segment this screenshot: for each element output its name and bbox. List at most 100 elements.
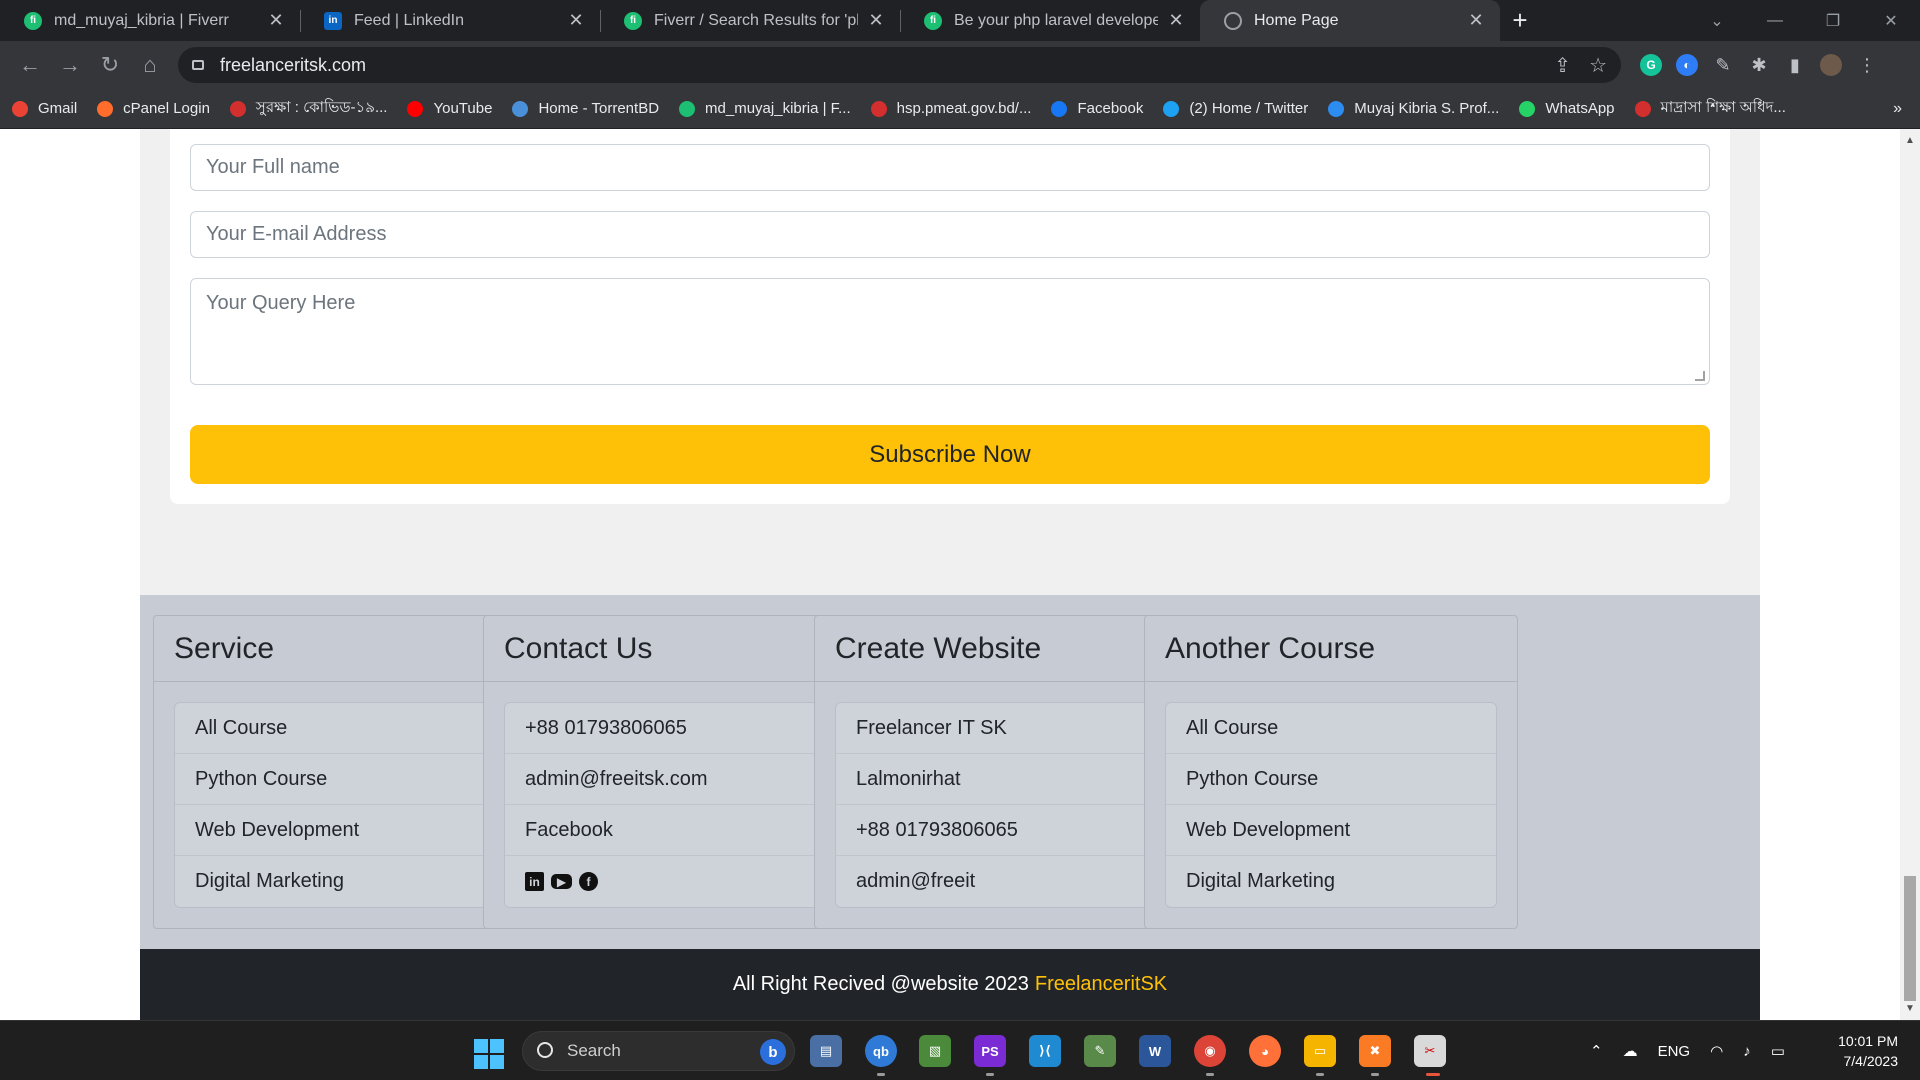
footer-link[interactable]: Lalmonirhat [836,754,1166,805]
footer-link[interactable]: Python Course [175,754,505,805]
copyright-text: All Right Recived @website 2023 [732,973,1029,995]
page-scrollbar[interactable]: ▲ ▼ [1900,129,1920,1020]
chrome-icon[interactable]: ◉ [1194,1035,1226,1067]
grammarly-icon[interactable]: G [1633,47,1669,83]
vscode-icon[interactable]: ⟩⟨ [1029,1035,1061,1067]
linkedin-icon[interactable]: in [525,872,544,891]
close-icon[interactable]: ✕ [566,10,586,31]
qbittorrent-icon[interactable]: qb [865,1035,897,1067]
snipping-tool-icon[interactable]: ✂ [1414,1035,1446,1067]
image-viewer-icon[interactable]: ▧ [919,1035,951,1067]
footer-link[interactable]: Facebook [505,805,835,856]
taskbar-search[interactable]: Search b [522,1031,795,1071]
more-bookmarks-icon[interactable]: » [1893,100,1902,118]
home-icon[interactable]: ⌂ [130,45,170,85]
notepad-icon[interactable]: ✎ [1084,1035,1116,1067]
browser-tab-active[interactable]: Home Page ✕ [1200,0,1500,41]
scroll-thumb[interactable] [1904,876,1916,1001]
bookmark-label: Home - TorrentBD [538,100,660,117]
bookmark-item[interactable]: মাদ্রাসা শিক্ষা অধিদ... [1634,96,1786,121]
bookmark-item[interactable]: WhatsApp [1519,100,1615,117]
footer-link[interactable]: Web Development [175,805,505,856]
footer-link[interactable]: +88 01793806065 [505,703,835,754]
bookmark-star-icon[interactable]: ☆ [1589,53,1607,78]
scroll-down-icon[interactable]: ▼ [1905,1003,1915,1014]
volume-icon[interactable]: ♪ [1743,1043,1751,1060]
query-textarea[interactable]: Your Query Here [190,278,1710,385]
lock-icon[interactable] [192,60,204,70]
footer-link[interactable]: Digital Marketing [1166,856,1496,907]
file-explorer-icon[interactable]: ▭ [1304,1035,1336,1067]
bookmark-item[interactable]: Home - TorrentBD [512,100,659,117]
minimize-icon[interactable]: — [1746,12,1804,30]
forward-icon[interactable]: → [50,45,90,85]
footer-link[interactable]: All Course [1166,703,1496,754]
phpstorm-icon[interactable]: PS [974,1035,1006,1067]
word-icon[interactable]: W [1139,1035,1171,1067]
bookmark-item[interactable]: (2) Home / Twitter [1163,100,1308,117]
youtube-icon[interactable]: ▶ [551,874,572,889]
footer-link[interactable]: Digital Marketing [175,856,505,907]
bookmark-favicon-icon [229,100,246,117]
brand-link[interactable]: FreelanceritSK [1035,973,1167,996]
subscribe-button[interactable]: Subscribe Now [190,425,1710,484]
email-input[interactable]: Your E-mail Address [190,211,1710,258]
chevron-up-icon[interactable]: ⌃ [1590,1042,1603,1060]
footer-link[interactable]: All Course [175,703,505,754]
new-tab-button[interactable]: + [1500,0,1540,41]
close-icon[interactable]: ✕ [866,10,886,31]
address-bar[interactable]: freelanceritsk.com ⇪ ☆ [178,47,1621,83]
share-icon[interactable]: ⇪ [1554,53,1571,78]
footer-link[interactable]: Python Course [1166,754,1496,805]
back-icon[interactable]: ← [10,45,50,85]
close-window-icon[interactable]: ✕ [1862,11,1920,31]
bookmark-item[interactable]: Facebook [1051,100,1143,117]
xampp-icon[interactable]: ✖ [1359,1035,1391,1067]
browser-tab[interactable]: in Feed | LinkedIn ✕ [300,0,600,41]
language-indicator[interactable]: ENG [1658,1043,1691,1060]
footer-link[interactable]: Web Development [1166,805,1496,856]
file-app-icon[interactable]: ▤ [810,1035,842,1067]
bookmark-favicon-icon [12,100,28,117]
footer-link[interactable]: +88 01793806065 [836,805,1166,856]
avatar[interactable] [1813,47,1849,83]
close-icon[interactable]: ✕ [266,10,286,31]
bookmark-label: hsp.pmeat.gov.bd/... [896,100,1032,117]
puzzle-icon[interactable]: ✱ [1741,47,1777,83]
bookmark-item[interactable]: Gmail [12,100,77,117]
bookmark-label: সুরক্ষা : কোভিড-১৯... [255,99,388,116]
tab-search-icon[interactable]: ⌄ [1688,11,1746,31]
clock[interactable]: 10:01 PM 7/4/2023 [1838,1031,1898,1071]
firefox-icon[interactable]: ◕ [1249,1035,1281,1067]
footer-link[interactable]: admin@freeit [836,856,1166,907]
bookmark-item[interactable]: cPanel Login [97,100,210,117]
bookmark-item[interactable]: md_muyaj_kibria | F... [679,100,851,117]
extension-icon[interactable]: ◐ [1669,47,1705,83]
resize-handle-icon[interactable] [1695,371,1705,381]
footer-link[interactable]: Freelancer IT SK [836,703,1166,754]
bookmark-item[interactable]: hsp.pmeat.gov.bd/... [870,100,1032,117]
restore-icon[interactable]: ❐ [1804,11,1862,31]
battery-icon[interactable]: ▭ [1771,1042,1785,1060]
reload-icon[interactable]: ↻ [90,45,130,85]
subscribe-form: Your Full name Your E-mail Address Your … [170,129,1730,504]
bing-icon[interactable]: b [760,1039,786,1065]
footer-link[interactable]: admin@freeitsk.com [505,754,835,805]
close-icon[interactable]: ✕ [1166,10,1186,31]
windows-start-icon[interactable] [474,1039,504,1069]
browser-tab[interactable]: fi Be your php laravel developer an ✕ [900,0,1200,41]
scroll-up-icon[interactable]: ▲ [1905,135,1915,146]
name-input[interactable]: Your Full name [190,144,1710,191]
bookmark-item[interactable]: Muyaj Kibria S. Prof... [1328,100,1499,117]
wifi-icon[interactable]: ◠ [1710,1042,1723,1060]
browser-tab[interactable]: fi Fiverr / Search Results for 'php la ✕ [600,0,900,41]
browser-tab[interactable]: fi md_muyaj_kibria | Fiverr ✕ [0,0,300,41]
menu-icon[interactable]: ⋮ [1849,47,1885,83]
facebook-icon[interactable]: f [579,872,598,891]
pen-icon[interactable]: ✎ [1705,47,1741,83]
bookmark-item[interactable]: YouTube [407,100,492,117]
bookmark-item[interactable]: সুরক্ষা : কোভিড-১৯... [229,96,388,121]
close-icon[interactable]: ✕ [1466,10,1486,31]
onedrive-icon[interactable]: ☁ [1623,1042,1638,1060]
side-panel-icon[interactable]: ▮ [1777,47,1813,83]
